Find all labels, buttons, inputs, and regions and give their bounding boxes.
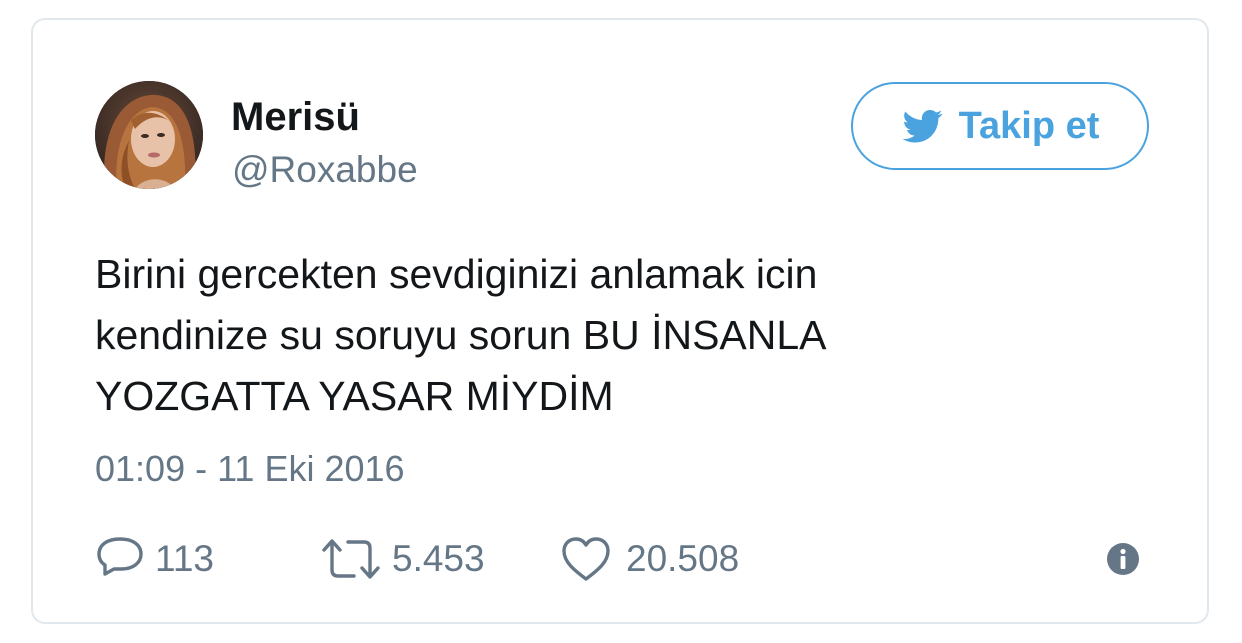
author-handle[interactable]: @Roxabbe [232, 149, 418, 191]
tweet-actions: 113 5.453 20.508 [95, 532, 1155, 586]
retweet-count: 5.453 [392, 538, 485, 579]
avatar[interactable] [95, 81, 203, 189]
tweet-text-line: kendinize su soruyu sorun BU İNSANLA [95, 312, 827, 358]
reply-icon [97, 537, 143, 576]
retweet-icon [322, 539, 380, 579]
tweet-text-line: YOZGATTA YASAR MİYDİM [95, 373, 614, 419]
tweet-text-line: Birini gercekten sevdiginizi anlamak ici… [95, 251, 818, 297]
like-count: 20.508 [626, 538, 740, 579]
tweet-card: Merisü @Roxabbe Takip et Birini gercekte… [31, 18, 1209, 624]
tweet-text: Birini gercekten sevdiginizi anlamak ici… [95, 244, 1155, 427]
heart-icon [562, 537, 610, 581]
reply-button[interactable]: 113 [95, 532, 214, 586]
follow-button-label: Takip et [958, 104, 1100, 147]
twitter-bird-icon [902, 110, 942, 143]
tweet-timestamp[interactable]: 01:09 - 11 Eki 2016 [95, 448, 405, 490]
retweet-button[interactable]: 5.453 [320, 532, 485, 586]
follow-button[interactable]: Takip et [851, 82, 1149, 170]
reply-count: 113 [155, 538, 214, 579]
info-icon[interactable] [1106, 542, 1140, 576]
like-button[interactable]: 20.508 [560, 532, 739, 586]
avatar-image [95, 81, 203, 189]
author-name[interactable]: Merisü [231, 94, 360, 140]
